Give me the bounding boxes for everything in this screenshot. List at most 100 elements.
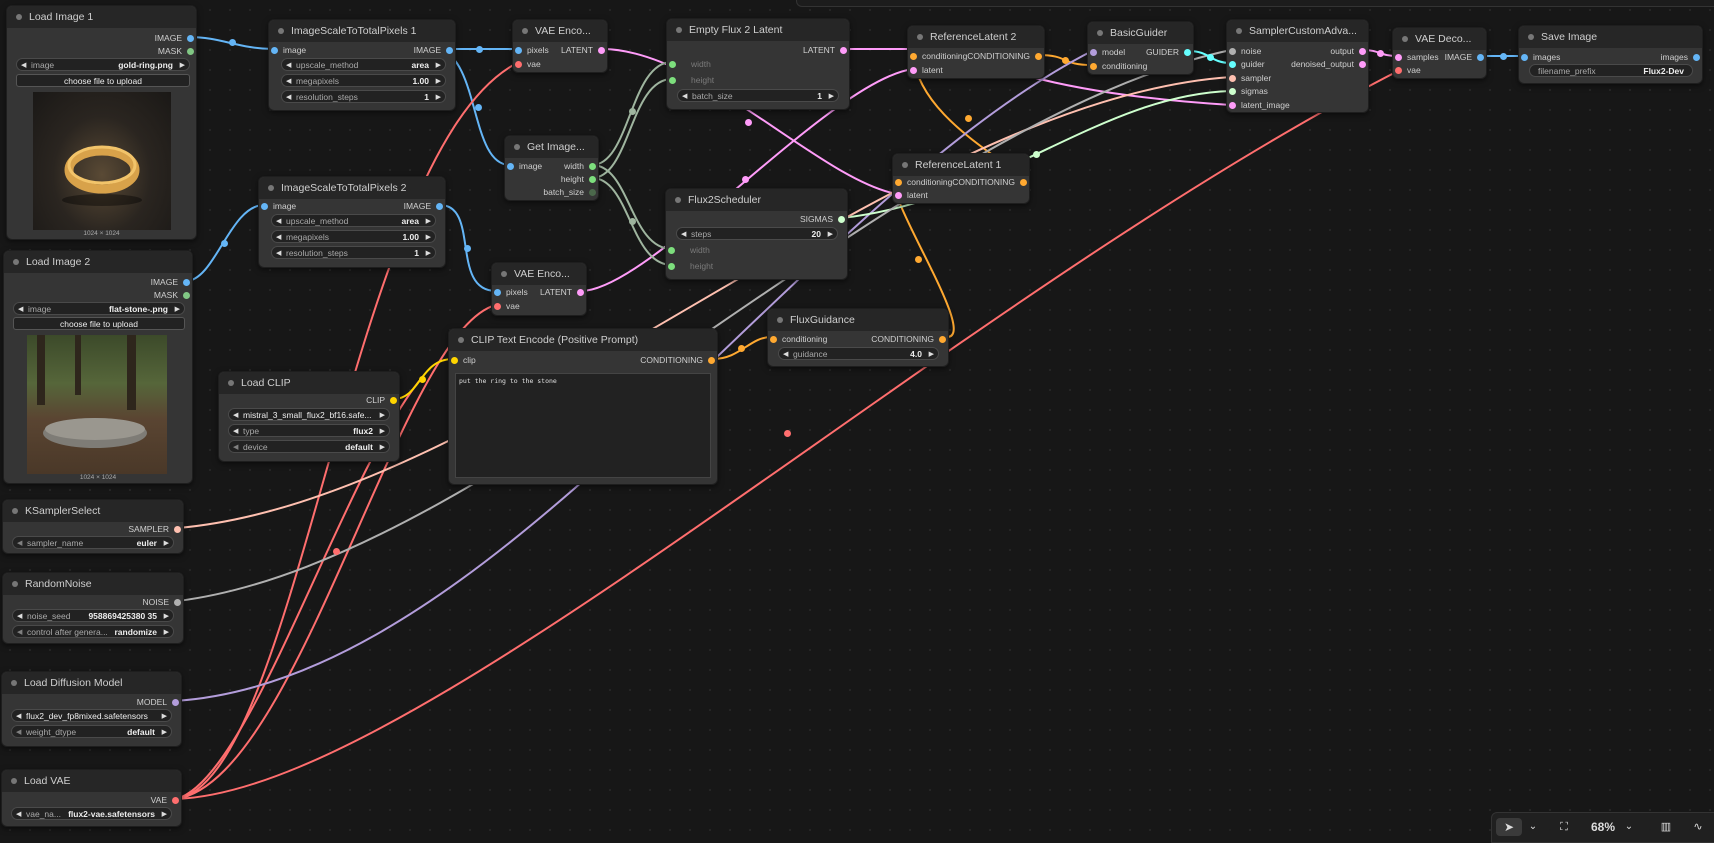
output-image[interactable]: IMAGE (151, 275, 192, 289)
collapse-dot[interactable] (13, 259, 19, 265)
input-latent[interactable]: latent (908, 63, 943, 77)
collapse-dot[interactable] (1528, 34, 1534, 40)
output-image[interactable]: IMAGE (404, 199, 445, 213)
link-midpoint[interactable] (784, 430, 791, 437)
weight-dtype-select[interactable]: ◀ weight_dtype default ▶ (11, 725, 172, 738)
output-sampler[interactable]: SAMPLER (128, 522, 183, 536)
link-midpoint[interactable] (475, 104, 482, 111)
collapse-dot[interactable] (675, 197, 681, 203)
collapse-dot[interactable] (11, 680, 17, 686)
input-image[interactable]: image (505, 159, 542, 173)
image-select[interactable]: ◀ image gold-ring.png ▶ (16, 58, 190, 71)
node-title[interactable]: ImageScaleToTotalPixels 1 (269, 20, 455, 42)
input-conditioning[interactable]: conditioning (893, 175, 952, 189)
output-images[interactable]: images (1661, 50, 1702, 64)
node-flux2-scheduler[interactable]: Flux2Scheduler SIGMAS ◀ steps 20 ▶ width he… (665, 188, 848, 280)
collapse-dot[interactable] (11, 778, 17, 784)
link-midpoint[interactable] (1500, 53, 1507, 60)
collapse-dot[interactable] (228, 380, 234, 386)
batch-size-input[interactable]: ◀ batch_size 1 ▶ (677, 89, 839, 102)
node-vae-decode[interactable]: VAE Deco... samples IMAGE vae (1392, 27, 1487, 79)
input-conditioning[interactable]: conditioning (908, 49, 967, 63)
output-noise[interactable]: NOISE (143, 595, 183, 609)
collapse-dot[interactable] (12, 581, 18, 587)
node-title[interactable]: Load Image 1 (7, 6, 196, 28)
node-title[interactable]: FluxGuidance (768, 309, 948, 331)
output-mask[interactable]: MASK (158, 44, 196, 58)
link-midpoint[interactable] (738, 345, 745, 352)
node-title[interactable]: CLIP Text Encode (Positive Prompt) (449, 329, 717, 351)
output-image[interactable]: IMAGE (1445, 50, 1486, 64)
node-title[interactable]: Flux2Scheduler (666, 189, 847, 211)
input-clip[interactable]: clip (449, 353, 476, 367)
fit-view-icon[interactable]: ⛶ (1554, 818, 1574, 836)
collapse-dot[interactable] (278, 28, 284, 34)
input-pixels[interactable]: pixels (513, 43, 549, 57)
input-image[interactable]: image (259, 199, 296, 213)
megapixels-input[interactable]: ◀ megapixels 1.00 ▶ (271, 230, 436, 243)
node-load-diffusion-model[interactable]: Load Diffusion Model MODEL ◀ flux2_dev_fp… (1, 671, 182, 747)
link-midpoint[interactable] (229, 39, 236, 46)
node-title[interactable]: VAE Enco... (513, 20, 607, 42)
node-title[interactable]: ReferenceLatent 2 (908, 26, 1044, 48)
output-conditioning[interactable]: CONDITIONING (640, 353, 717, 367)
sampler-name-select[interactable]: ◀ sampler_name euler ▶ (12, 536, 174, 549)
input-vae[interactable]: vae (513, 57, 541, 71)
prompt-textarea[interactable]: put the ring to the stone (455, 373, 711, 478)
output-image[interactable]: IMAGE (414, 43, 455, 57)
collapse-dot[interactable] (1236, 28, 1242, 34)
node-title[interactable]: ReferenceLatent 1 (893, 154, 1029, 176)
node-image-scale-2[interactable]: ImageScaleToTotalPixels 2 image IMAGE ◀ u… (258, 176, 446, 268)
link-midpoint[interactable] (745, 119, 752, 126)
node-title[interactable]: Empty Flux 2 Latent (667, 19, 849, 41)
node-title[interactable]: Load Diffusion Model (2, 672, 181, 694)
link-midpoint[interactable] (333, 548, 340, 555)
node-reference-latent-2[interactable]: ReferenceLatent 2 conditioning CONDITION… (907, 25, 1045, 79)
input-width[interactable]: width (666, 243, 710, 257)
link-midpoint[interactable] (1377, 50, 1384, 57)
node-load-image-1[interactable]: Load Image 1 IMAGE MASK ◀ image gold-ring.… (6, 5, 197, 240)
collapse-dot[interactable] (676, 27, 682, 33)
upscale-method-select[interactable]: ◀ upscale_method area ▶ (281, 58, 446, 71)
output-conditioning[interactable]: CONDITIONING (952, 175, 1029, 189)
input-vae[interactable]: vae (492, 299, 520, 313)
node-title[interactable]: Get Image... (505, 136, 598, 158)
link-midpoint[interactable] (629, 108, 636, 115)
unet-name-select[interactable]: ◀ flux2_dev_fp8mixed.safetensors ▶ (11, 709, 172, 722)
collapse-dot[interactable] (514, 144, 520, 150)
input-samples[interactable]: samples (1393, 50, 1439, 64)
node-load-image-2[interactable]: Load Image 2 IMAGE MASK ◀ image flat-stone… (3, 250, 193, 484)
node-title[interactable]: VAE Deco... (1393, 28, 1486, 50)
output-clip[interactable]: CLIP (366, 393, 399, 407)
input-sampler[interactable]: sampler (1227, 71, 1271, 85)
output-denoised[interactable]: denoised_output (1291, 57, 1368, 71)
collapse-dot[interactable] (902, 162, 908, 168)
output-image[interactable]: IMAGE (155, 31, 196, 45)
output-conditioning[interactable]: CONDITIONING (967, 49, 1044, 63)
node-load-vae[interactable]: Load VAE VAE ◀ vae_na... flux2-vae.safeten… (1, 769, 182, 827)
collapse-dot[interactable] (16, 14, 22, 20)
collapse-dot[interactable] (1402, 36, 1408, 42)
output-width[interactable]: width (564, 159, 598, 173)
vae-name-select[interactable]: ◀ vae_na... flux2-vae.safetensors ▶ (11, 807, 172, 820)
input-height[interactable]: height (667, 73, 714, 87)
input-conditioning[interactable]: conditioning (1088, 59, 1147, 73)
node-title[interactable]: VAE Enco... (492, 263, 586, 285)
input-height[interactable]: height (666, 259, 713, 273)
clip-name-select[interactable]: ◀ mistral_3_small_flux2_bf16.safe... ▶ (228, 408, 390, 421)
node-load-clip[interactable]: Load CLIP CLIP ◀ mistral_3_small_flux2_bf… (218, 371, 400, 462)
link-midpoint[interactable] (464, 245, 471, 252)
resolution-steps-input[interactable]: ◀ resolution_steps 1 ▶ (271, 246, 436, 259)
link-midpoint[interactable] (476, 46, 483, 53)
chevron-down-icon[interactable]: ⌄ (1526, 818, 1540, 836)
link-midpoint[interactable] (1033, 151, 1040, 158)
node-image-scale-1[interactable]: ImageScaleToTotalPixels 1 image IMAGE ◀ u… (268, 19, 456, 111)
collapse-dot[interactable] (458, 337, 464, 343)
node-title[interactable]: Load CLIP (219, 372, 399, 394)
link-visibility-icon[interactable]: ∿ (1688, 818, 1708, 836)
node-empty-flux2-latent[interactable]: Empty Flux 2 Latent LATENT width height … (666, 18, 850, 110)
input-model[interactable]: model (1088, 45, 1125, 59)
collapse-dot[interactable] (917, 34, 923, 40)
node-basic-guider[interactable]: BasicGuider model GUIDER conditioning (1087, 21, 1194, 75)
input-vae[interactable]: vae (1393, 63, 1421, 77)
